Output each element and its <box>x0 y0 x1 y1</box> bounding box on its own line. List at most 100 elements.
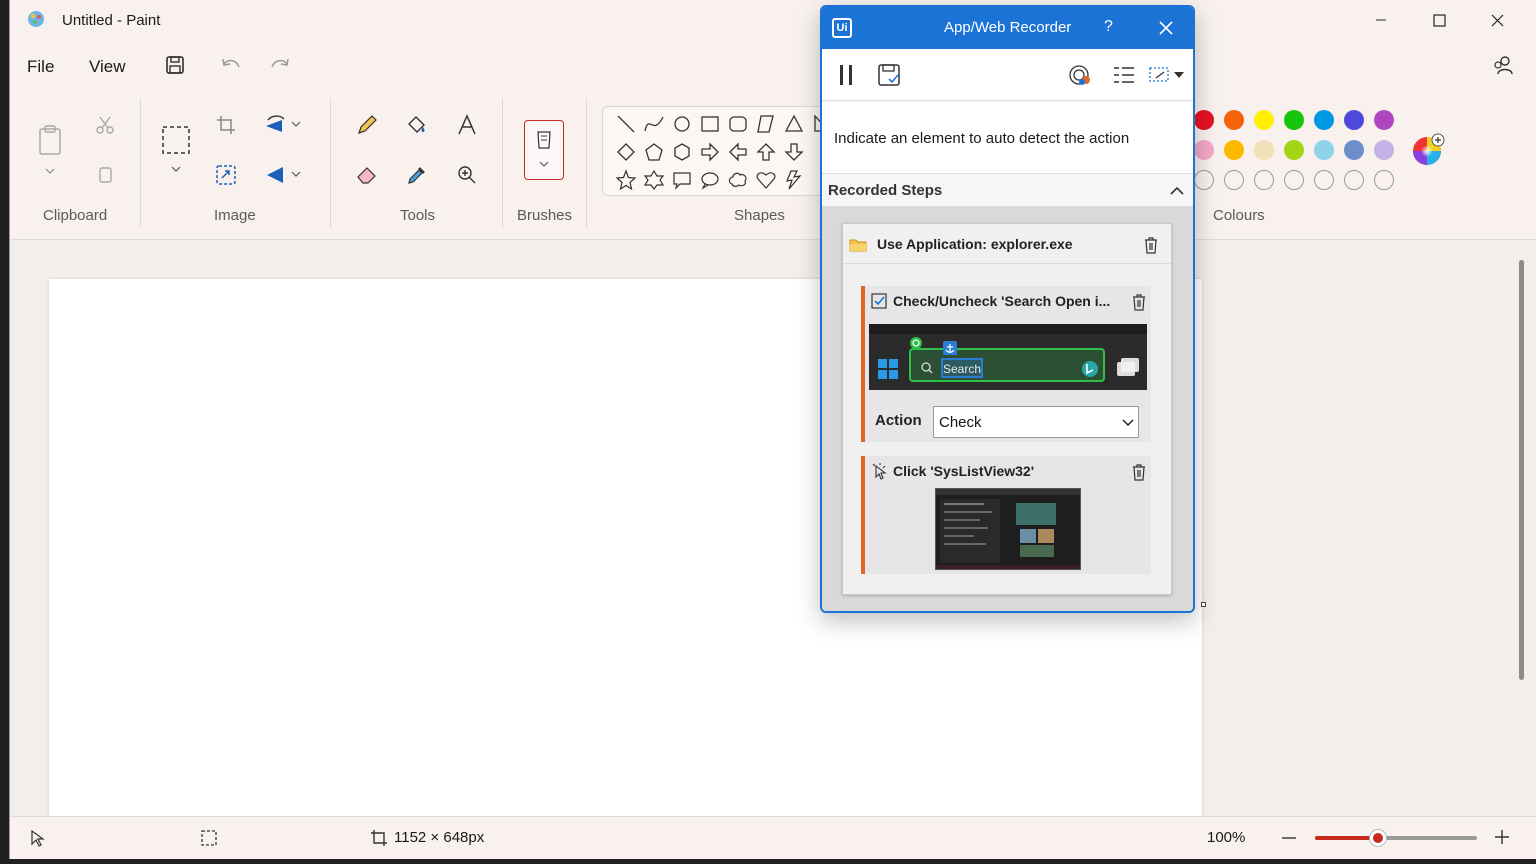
colour-swatch[interactable] <box>1194 110 1214 130</box>
undo-button[interactable] <box>218 52 244 78</box>
zoom-out-icon[interactable] <box>1281 831 1297 845</box>
group-label-clipboard: Clipboard <box>43 207 108 224</box>
diamond-shape-icon[interactable] <box>615 141 637 163</box>
use-application-card[interactable]: Use Application: explorer.exe Check/Unch… <box>842 223 1172 595</box>
hexagon-shape-icon[interactable] <box>671 141 693 163</box>
star-shape-icon[interactable] <box>615 169 637 191</box>
step-check-uncheck[interactable]: Check/Uncheck 'Search Open i... Search A… <box>861 286 1151 442</box>
close-button[interactable] <box>1480 8 1514 32</box>
redo-button[interactable] <box>267 52 293 78</box>
line-shape-icon[interactable] <box>615 113 637 135</box>
delete-icon[interactable] <box>1131 463 1147 481</box>
empty-colour-slot[interactable] <box>1284 170 1304 190</box>
zoom-in-icon[interactable] <box>1494 829 1510 845</box>
colour-swatch[interactable] <box>1344 110 1364 130</box>
colour-swatch[interactable] <box>1344 140 1364 160</box>
left-arrow-shape-icon[interactable] <box>727 141 749 163</box>
right-arrow-shape-icon[interactable] <box>699 141 721 163</box>
empty-colour-slot[interactable] <box>1194 170 1214 190</box>
pause-button[interactable] <box>831 61 861 89</box>
colour-swatch[interactable] <box>1314 140 1334 160</box>
rounded-rectangle-shape-icon[interactable] <box>727 113 749 135</box>
colour-swatch[interactable] <box>1284 140 1304 160</box>
cloud-callout-shape-icon[interactable] <box>727 169 749 191</box>
copy-button[interactable] <box>90 160 120 190</box>
eraser-button[interactable] <box>352 160 382 190</box>
colour-swatch[interactable] <box>1284 110 1304 130</box>
minimize-button[interactable] <box>1364 8 1398 32</box>
flip-button[interactable] <box>261 160 291 190</box>
delete-icon[interactable] <box>1143 236 1159 254</box>
empty-colour-slot[interactable] <box>1314 170 1334 190</box>
oval-shape-icon[interactable] <box>671 113 693 135</box>
edit-colours-button[interactable] <box>1410 130 1446 166</box>
zoom-slider[interactable] <box>1315 830 1477 846</box>
flip-dropdown[interactable] <box>288 164 304 184</box>
select-button[interactable] <box>160 124 192 156</box>
colour-swatch[interactable] <box>1254 140 1274 160</box>
group-label-colours: Colours <box>1213 207 1265 224</box>
cut-button[interactable] <box>90 110 120 140</box>
help-button[interactable]: ? <box>1104 18 1113 36</box>
close-icon[interactable] <box>1159 21 1173 35</box>
colour-swatch[interactable] <box>1374 140 1394 160</box>
maximize-button[interactable] <box>1422 8 1456 32</box>
triangle-shape-icon[interactable] <box>783 113 805 135</box>
zoom-slider-thumb[interactable] <box>1370 830 1387 846</box>
empty-colour-slot[interactable] <box>1344 170 1364 190</box>
recorded-steps-header[interactable]: Recorded Steps <box>822 175 1193 207</box>
colour-swatch[interactable] <box>1224 140 1244 160</box>
vertical-scrollbar[interactable] <box>1519 260 1524 680</box>
step-click-syslistview[interactable]: Click 'SysListView32' <box>861 456 1151 574</box>
folder-icon <box>849 239 867 252</box>
paste-button[interactable] <box>34 122 66 158</box>
colour-swatch[interactable] <box>1194 140 1214 160</box>
rectangle-callout-shape-icon[interactable] <box>671 169 693 191</box>
chevron-up-icon[interactable] <box>1170 186 1184 196</box>
empty-colour-slot[interactable] <box>1224 170 1244 190</box>
crop-button[interactable] <box>211 110 241 140</box>
menu-file[interactable]: File <box>27 57 54 77</box>
colour-swatch[interactable] <box>1374 110 1394 130</box>
colour-swatch[interactable] <box>1314 110 1334 130</box>
menu-view[interactable]: View <box>89 57 126 77</box>
empty-colour-slot[interactable] <box>1254 170 1274 190</box>
rotate-dropdown[interactable] <box>288 114 304 134</box>
brushes-button[interactable] <box>524 120 564 180</box>
rotate-button[interactable] <box>261 110 291 140</box>
resize-button[interactable] <box>211 160 241 190</box>
polygon-shape-icon[interactable] <box>755 113 777 135</box>
fill-button[interactable] <box>402 110 432 140</box>
down-arrow-shape-icon[interactable] <box>783 141 805 163</box>
record-mode-button[interactable] <box>1065 61 1095 89</box>
lightning-shape-icon[interactable] <box>783 169 805 191</box>
curve-shape-icon[interactable] <box>643 113 665 135</box>
select-dropdown[interactable] <box>162 158 190 180</box>
colour-swatch[interactable] <box>1224 110 1244 130</box>
account-button[interactable] <box>1490 52 1516 78</box>
chevron-down-icon <box>291 121 301 127</box>
save-button[interactable] <box>162 52 188 78</box>
canvas-resize-handle[interactable] <box>1201 602 1206 607</box>
color-picker-button[interactable] <box>402 160 432 190</box>
colour-swatch[interactable] <box>1254 110 1274 130</box>
magnifier-button[interactable] <box>452 160 482 190</box>
rectangle-shape-icon[interactable] <box>699 113 721 135</box>
oval-callout-shape-icon[interactable] <box>699 169 721 191</box>
text-button[interactable] <box>452 110 482 140</box>
save-and-exit-button[interactable] <box>874 61 904 89</box>
delete-icon[interactable] <box>1131 293 1147 311</box>
up-arrow-shape-icon[interactable] <box>755 141 777 163</box>
menu-bar: File View <box>10 40 1536 92</box>
heart-shape-icon[interactable] <box>755 169 777 191</box>
action-select[interactable]: Check <box>933 406 1139 438</box>
pentagon-shape-icon[interactable] <box>643 141 665 163</box>
paste-dropdown[interactable] <box>36 160 64 182</box>
steps-list-button[interactable] <box>1109 61 1139 89</box>
empty-colour-slot[interactable] <box>1374 170 1394 190</box>
pencil-button[interactable] <box>352 110 382 140</box>
close-icon <box>1491 14 1503 26</box>
options-dropdown[interactable] <box>1147 61 1187 89</box>
six-point-star-shape-icon[interactable] <box>643 169 665 191</box>
recorder-toolbar <box>822 49 1193 101</box>
